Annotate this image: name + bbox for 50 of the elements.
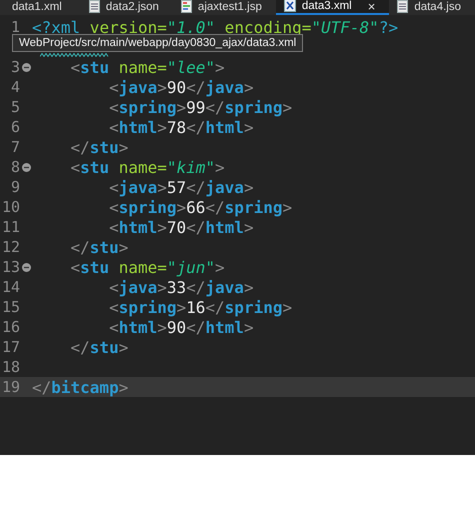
code-line: </stu> xyxy=(70,338,128,356)
code-line: <java>90</java> xyxy=(108,78,254,96)
line-number: 11 xyxy=(2,218,20,236)
line-number: 7 xyxy=(10,138,20,156)
line-number: 9 xyxy=(10,178,20,196)
fold-icon[interactable] xyxy=(22,262,30,272)
document-icon xyxy=(397,0,408,13)
tab-label: data3.xml xyxy=(302,0,352,12)
tooltip: WebProject/src/main/webapp/day0830_ajax/data3.xml xyxy=(12,34,304,52)
line-number: 5 xyxy=(10,98,20,116)
code-line: <html>78</html> xyxy=(108,118,254,136)
document-icon xyxy=(88,0,100,13)
code-line: </bitcamp> xyxy=(32,378,128,396)
code-line: <html>70</html> xyxy=(108,218,254,236)
tab-label: data2.json xyxy=(106,0,159,14)
line-number: 19 xyxy=(2,378,20,396)
tab-label: data4.jso xyxy=(414,0,461,14)
close-button[interactable]: × xyxy=(368,0,376,12)
tab-label: data1.xml xyxy=(12,0,62,14)
code-line: <stu name="lee"> xyxy=(70,58,225,76)
line-number: 4 xyxy=(10,78,20,96)
line-number: 12 xyxy=(2,238,20,256)
line-number: 16 xyxy=(2,318,20,336)
line-number: 1 xyxy=(10,18,20,36)
line-number: 3 xyxy=(10,58,20,76)
code-line: <java>33</java> xyxy=(108,278,254,296)
code-line: <?xml version="1.0" encoding="UTF-8"?> xyxy=(32,18,398,36)
code-line: <stu name="kim"> xyxy=(70,158,225,176)
document-icon xyxy=(180,0,192,13)
editor-tab[interactable]: data3.xml × xyxy=(276,0,390,15)
line-number: 13 xyxy=(2,258,20,276)
fold-icon[interactable] xyxy=(22,62,30,72)
line-number: 17 xyxy=(2,338,20,356)
line-number: 15 xyxy=(2,298,20,316)
code-line: <spring>66</spring> xyxy=(108,198,292,216)
code-line: <html>90</html> xyxy=(108,318,254,336)
code-line: <spring>16</spring> xyxy=(108,298,292,316)
code-line: </stu> xyxy=(70,238,128,256)
code-line: <java>57</java> xyxy=(108,178,254,196)
line-number: 18 xyxy=(2,358,20,376)
code-line: </stu> xyxy=(70,138,128,156)
xml-file-icon xyxy=(284,0,296,12)
code-line: <spring>99</spring> xyxy=(108,98,292,116)
line-number: 8 xyxy=(10,158,20,176)
tab-label: ajaxtest1.jsp xyxy=(198,0,262,14)
fold-icon[interactable] xyxy=(22,162,30,172)
code-line: <stu name="jun"> xyxy=(70,258,225,276)
line-number: 10 xyxy=(2,198,20,216)
line-number: 14 xyxy=(2,278,20,296)
line-number: 6 xyxy=(10,118,20,136)
